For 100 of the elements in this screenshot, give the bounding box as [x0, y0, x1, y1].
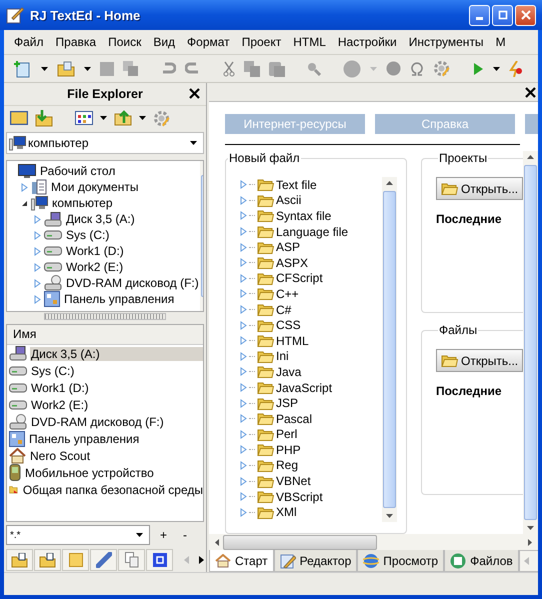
menu-item[interactable]: Настройки [338, 35, 397, 49]
scroll-left-icon[interactable] [215, 538, 219, 546]
filter-dropdown[interactable]: *.* [6, 525, 150, 545]
close-icon[interactable] [525, 86, 536, 98]
tree-item[interactable]: Java [276, 364, 302, 379]
tree-item[interactable]: Text file [276, 178, 317, 192]
list-item[interactable]: Nero Scout [29, 448, 203, 462]
list-item[interactable]: Общая папка безопасной среды [22, 482, 203, 496]
folder-tab[interactable] [34, 549, 61, 571]
tree-item[interactable]: Панель управления [63, 292, 176, 306]
tree-item[interactable]: XMl [276, 505, 297, 520]
left-arrow-icon[interactable] [184, 556, 189, 564]
menu-item[interactable]: Формат [187, 35, 230, 49]
menu-item[interactable]: Инструменты [408, 35, 484, 49]
copy-icon[interactable] [244, 60, 260, 76]
close-button[interactable] [515, 4, 536, 26]
tree-item[interactable]: JSP [276, 396, 298, 410]
menu-item[interactable]: Файл [14, 35, 44, 49]
list-item[interactable]: Панель управления [28, 432, 203, 446]
tree-item[interactable]: CFScript [276, 271, 323, 286]
folder-download-icon[interactable] [35, 110, 53, 126]
location-dropdown[interactable]: компьютер [6, 132, 204, 154]
tree-item[interactable]: ASP [276, 240, 300, 254]
folder-icon[interactable] [10, 111, 28, 125]
play-icon[interactable] [472, 62, 484, 76]
tree-item[interactable]: Language file [276, 224, 348, 239]
left-arrow-icon[interactable] [524, 557, 529, 565]
tree-item[interactable]: Work1 (D:) [65, 244, 125, 258]
caret-icon[interactable] [41, 66, 48, 70]
tree-item[interactable]: CSS [276, 318, 301, 332]
tree-item[interactable]: Ini [276, 349, 289, 364]
minimize-button[interactable] [469, 4, 490, 26]
folder-tab[interactable] [6, 549, 33, 571]
list-item[interactable]: Work2 (E:) [30, 398, 203, 412]
tree-item[interactable]: Pascal [276, 412, 312, 426]
list-item[interactable]: Sys (C:) [30, 364, 203, 378]
record-icon[interactable] [343, 60, 361, 78]
tree-item[interactable]: Рабочий стол [39, 164, 116, 178]
tree-item[interactable]: Syntax file [276, 208, 332, 223]
caret-icon[interactable] [139, 116, 146, 120]
new-file-icon[interactable] [14, 60, 32, 78]
tree-item[interactable]: Reg [276, 458, 298, 472]
tree-item[interactable]: C# [276, 302, 292, 317]
caret-icon[interactable] [493, 66, 500, 70]
link-tab[interactable] [90, 549, 117, 571]
settings-icon[interactable] [153, 110, 170, 126]
tree-item[interactable]: Sys (C:) [65, 228, 110, 242]
list-item[interactable]: Work1 (D:) [30, 380, 203, 394]
document-tab[interactable]: Файлов [444, 550, 519, 572]
list-item[interactable]: Мобильное устройство [24, 466, 203, 480]
list-item[interactable]: DVD-RAM дисковод (F:) [30, 414, 203, 428]
horizontal-scrollbar[interactable] [209, 534, 538, 550]
tree-item[interactable]: VBScript [276, 490, 323, 504]
document-tab[interactable]: Старт [209, 550, 274, 572]
document-tab[interactable]: Просмотр [357, 550, 444, 572]
menu-item[interactable]: HTML [293, 35, 326, 49]
collapsed-arrow-icon[interactable] [34, 214, 41, 224]
scissors-icon[interactable] [223, 60, 235, 76]
folder-icon[interactable] [57, 60, 75, 76]
add-filter-button[interactable]: + [154, 528, 174, 542]
column-header[interactable]: Имя [7, 325, 203, 345]
folder-up-icon[interactable] [114, 110, 132, 126]
scroll-down-icon[interactable] [527, 526, 534, 530]
tree-item[interactable]: HTML [276, 334, 309, 348]
document-tab[interactable]: Редактор [274, 550, 358, 572]
tree-item[interactable]: DVD-RAM дисковод (F:) [65, 276, 200, 290]
paste-icon[interactable] [269, 60, 285, 76]
settings-icon[interactable] [433, 60, 450, 77]
collapsed-arrow-icon[interactable] [34, 246, 41, 256]
open-button[interactable]: Открыть... [436, 349, 524, 372]
tree-item[interactable]: компьютер [51, 196, 114, 210]
tree-item[interactable]: Мои документы [50, 180, 140, 194]
redo-icon[interactable] [185, 62, 201, 76]
scrollbar[interactable] [523, 151, 538, 534]
tree-item[interactable]: JavaScript [276, 380, 332, 395]
tree-item[interactable]: Диск 3,5 (A:) [65, 212, 136, 226]
expanded-arrow-icon[interactable] [21, 200, 28, 206]
close-icon[interactable] [189, 88, 200, 99]
lightning-icon[interactable] [509, 60, 523, 76]
collapsed-arrow-icon[interactable] [34, 294, 41, 304]
search-icon[interactable] [307, 62, 321, 76]
scroll-down-icon[interactable] [386, 514, 393, 518]
save-all-icon[interactable] [123, 61, 138, 76]
undo-icon[interactable] [160, 62, 176, 76]
tree-item[interactable]: Ascii [276, 193, 302, 208]
view-grid-icon[interactable] [75, 111, 93, 125]
tree-item[interactable]: Perl [276, 427, 298, 442]
right-arrow-icon[interactable] [199, 556, 204, 564]
menu-item[interactable]: М [496, 35, 506, 49]
remove-filter-button[interactable]: - [177, 528, 194, 542]
caret-icon[interactable] [84, 66, 91, 70]
scrollbar[interactable] [382, 177, 397, 522]
scroll-up-icon[interactable] [527, 155, 534, 159]
menu-item[interactable]: Правка [56, 35, 96, 49]
pages-tab[interactable] [118, 549, 145, 571]
scroll-right-icon[interactable] [528, 538, 532, 546]
collapsed-arrow-icon[interactable] [34, 230, 41, 240]
caret-icon[interactable] [100, 116, 107, 120]
tree-item[interactable]: Work2 (E:) [65, 260, 124, 274]
code-tab[interactable] [146, 549, 173, 571]
